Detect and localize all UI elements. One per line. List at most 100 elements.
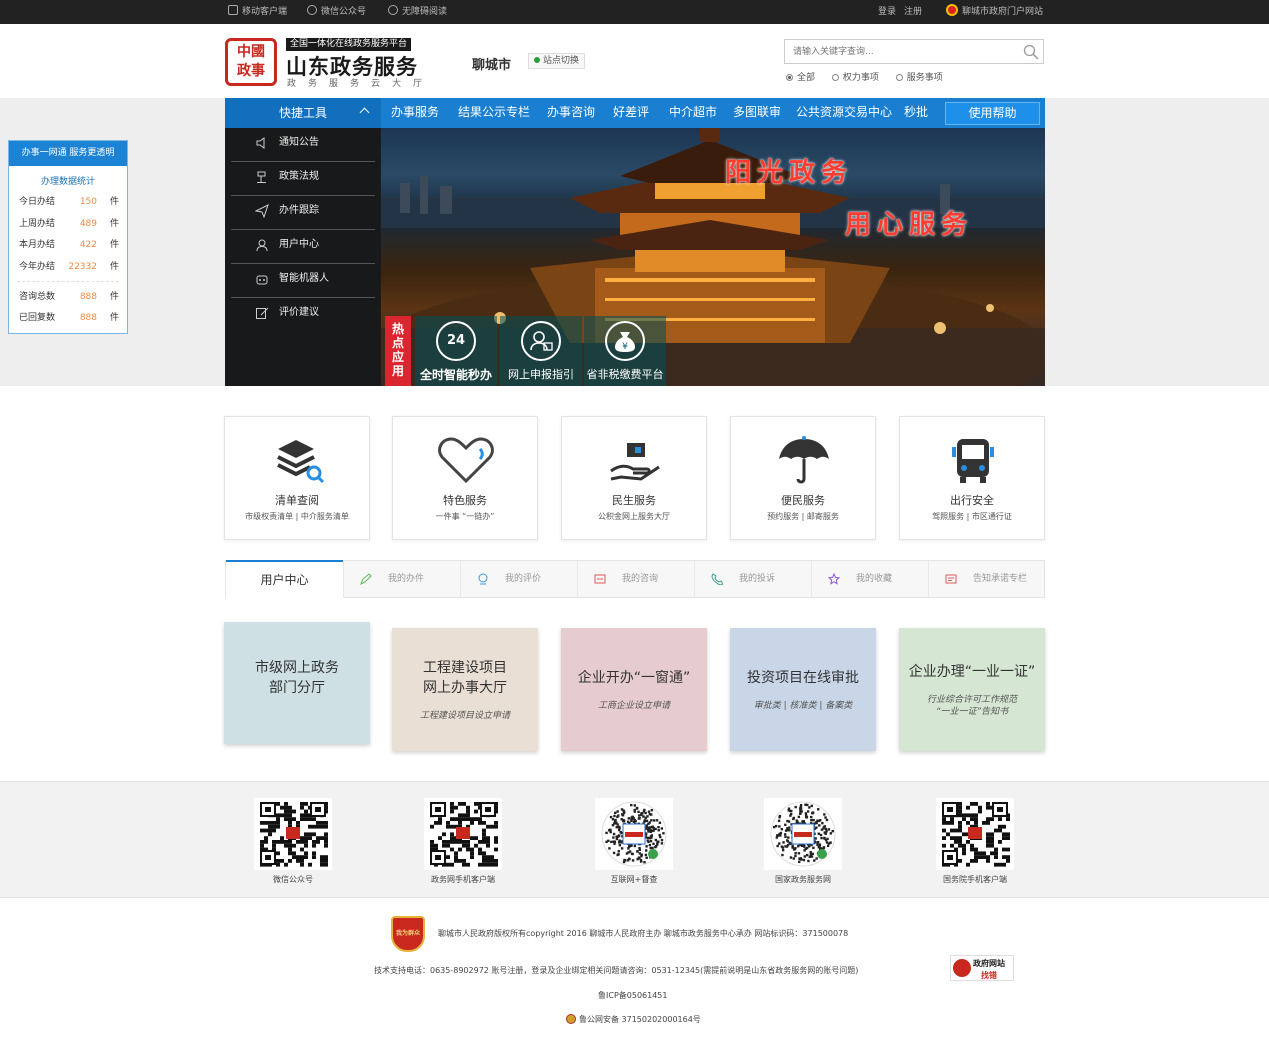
pencil-icon [360, 573, 372, 585]
tab-my-ratings[interactable]: 我的评价 [460, 561, 577, 598]
hot-app-online-guide[interactable]: 网上申报指引 [500, 316, 582, 386]
hot-app-tax-payment[interactable]: ¥ 省非税缴费平台 [584, 316, 666, 386]
stat-row: 本月办结 422 件 [19, 240, 119, 250]
nav-item-rating[interactable]: 好差评 [613, 98, 649, 126]
stat-row: 上周办结 489 件 [19, 219, 119, 229]
location-pin-icon [534, 57, 540, 63]
qr-code-icon [258, 800, 328, 868]
magnifier-icon [953, 959, 971, 977]
side-item-feedback[interactable]: 评价建议 [231, 298, 375, 332]
notice-icon [945, 574, 957, 584]
national-emblem-icon [946, 4, 958, 16]
tab-my-consultations[interactable]: 我的咨询 [577, 561, 694, 598]
side-item-policies[interactable]: 政策法规 [231, 162, 375, 196]
nav-item-public-resource[interactable]: 公共资源交易中心 [796, 98, 892, 126]
card-convenience-service[interactable]: 便民服务 预约服务 | 邮寄服务 [730, 416, 876, 540]
robot-icon [256, 275, 268, 285]
tile-construction-hall[interactable]: 工程建设项目 网上办事大厅 工程建设项目设立申请 [392, 628, 538, 751]
seal-logo[interactable]: 中國 政事 [225, 38, 277, 86]
side-item-robot[interactable]: 智能机器人 [231, 264, 375, 298]
search-input[interactable] [785, 40, 1015, 63]
help-button[interactable]: 使用帮助 [945, 102, 1040, 125]
side-item-user-center[interactable]: 用户中心 [231, 230, 375, 264]
slogan-heartfelt-service: 用心服务 [845, 210, 974, 240]
radio-icon [831, 74, 839, 81]
card-travel-safety[interactable]: 出行安全 驾照服务 | 市区通行证 [899, 416, 1045, 540]
stat-row: 咨询总数 888 件 [19, 292, 119, 302]
gov-site-error-report[interactable]: 政府网站 找错 [950, 955, 1014, 981]
card-list-lookup[interactable]: 清单查阅 市级权责清单 | 中介服务清单 [224, 416, 370, 540]
search-option-service[interactable]: 服务事项 [895, 73, 943, 83]
search-icon[interactable] [1023, 44, 1039, 60]
main-nav: 快捷工具 办事服务 结果公示专栏 办事咨询 好差评 中介超市 多图联审 公共资源… [225, 98, 1045, 128]
tile-city-online-hall[interactable]: 市级网上政务 部门分厅 [224, 622, 370, 744]
card-featured-service[interactable]: 特色服务 一件事 “一链办” [392, 416, 538, 540]
wechat-link[interactable]: 微信公众号 [307, 0, 366, 24]
tab-my-complaints[interactable]: 我的投诉 [694, 561, 811, 598]
umbrella-icon [779, 436, 829, 484]
hammer-icon [257, 171, 266, 183]
bus-icon [952, 439, 994, 483]
money-bag-icon: ¥ [605, 321, 645, 361]
hot-app-instant-approval[interactable]: 24 全时智能秒办 [415, 316, 497, 386]
mobile-client-link[interactable]: 移动客户端 [228, 0, 287, 24]
tile-one-industry-one-license[interactable]: 企业办理“一业一证” 行业综合许可工作规范 “一业一证”告知书 [899, 628, 1045, 751]
register-link[interactable]: 注册 [904, 0, 922, 24]
tab-commitment[interactable]: 告知承诺专栏 [928, 561, 1045, 598]
card-livelihood-service[interactable]: 民生服务 公积金网上服务大厅 [561, 416, 707, 540]
tile-subtitle: 行业综合许可工作规范 “一业一证”告知书 [926, 695, 1017, 717]
footer-copyright: 聊城市人民政府版权所有copyright 2016 聊城市人民政府主办 聊城市政… [438, 929, 849, 938]
search-scope-options: 全部 权力事项 服务事项 [786, 70, 957, 83]
tile-business-startup[interactable]: 企业开办“一窗通” 工商企业设立申请 [561, 628, 707, 751]
star-icon [828, 573, 840, 585]
side-item-notices[interactable]: 通知公告 [231, 128, 375, 162]
nav-item-instant-approval[interactable]: 秒批 [904, 98, 928, 126]
side-item-tracking[interactable]: 办件跟踪 [231, 196, 375, 230]
user-card-icon [521, 321, 561, 361]
quick-tools-toggle[interactable]: 快捷工具 [225, 98, 381, 128]
footer-icp[interactable]: 鲁ICP备05061451 [598, 990, 668, 1001]
tile-title: 市级网上政务 部门分厅 [255, 660, 339, 696]
stat-row: 今年办结 22332 件 [19, 262, 119, 272]
portal-link[interactable]: 聊城市政府门户网站 [946, 0, 1043, 24]
qr-state-council-app[interactable] [936, 798, 1014, 870]
hand-house-icon [610, 443, 660, 481]
nav-item-consult[interactable]: 办事咨询 [547, 98, 595, 126]
qr-mobile-client[interactable] [424, 798, 502, 870]
site-subtitle: 政务服务云大厅 [287, 79, 435, 89]
login-link[interactable]: 登录 [878, 0, 896, 24]
svg-text:¥: ¥ [622, 342, 628, 352]
nav-item-service[interactable]: 办事服务 [391, 98, 439, 126]
radio-icon [895, 74, 903, 81]
top-bar: 移动客户端 微信公众号 无障碍阅读 登录 注册 聊城市政府门户网站 [0, 0, 1269, 24]
search-option-power[interactable]: 权力事项 [831, 73, 879, 83]
speaker-icon [256, 137, 265, 149]
tab-my-favorites[interactable]: 我的收藏 [811, 561, 928, 598]
nav-item-joint-review[interactable]: 多图联审 [733, 98, 781, 126]
qr-wechat-official[interactable] [254, 798, 332, 870]
tile-investment-approval[interactable]: 投资项目在线审批 审批类 | 核准类 | 备案类 [730, 628, 876, 751]
qr-national-service[interactable] [764, 798, 842, 870]
serve-people-emblem[interactable]: 我为群众 [391, 916, 425, 952]
hero-banner: 阳光政务 用心服务 通知公告 政策法规 办件跟踪 用户中心 智能机器人 评价建议… [225, 128, 1045, 386]
site-switch-button[interactable]: 站点切换 [528, 53, 586, 69]
nav-item-results[interactable]: 结果公示专栏 [458, 98, 530, 126]
accessible-reading-link[interactable]: 无障碍阅读 [388, 0, 447, 24]
quick-tools-menu: 通知公告 政策法规 办件跟踪 用户中心 智能机器人 评价建议 [225, 128, 381, 386]
chevron-up-icon [359, 107, 370, 118]
message-icon [594, 574, 606, 584]
stats-float-panel: 办事一网通 服务更透明 办理数据统计 今日办结 150 件 上周办结 489 件 本月办… [8, 140, 128, 334]
nav-item-agency-market[interactable]: 中介超市 [669, 98, 717, 126]
police-badge-icon [566, 1014, 576, 1024]
footer-police-record[interactable]: 鲁公网安备 37150202000164号 [566, 1014, 701, 1025]
phone-icon [711, 573, 723, 585]
tab-user-center[interactable]: 用户中心 [226, 560, 343, 599]
tab-my-cases[interactable]: 我的办件 [343, 561, 460, 598]
paper-plane-icon [255, 204, 269, 218]
qr-internet-supervision[interactable] [595, 798, 673, 870]
wechat-icon [307, 5, 317, 15]
slogan-sunshine-government: 阳光政务 [725, 158, 854, 188]
phone-icon [228, 5, 238, 15]
search-option-all[interactable]: 全部 [786, 73, 815, 83]
stats-panel-title: 办事一网通 服务更透明 [9, 141, 127, 166]
